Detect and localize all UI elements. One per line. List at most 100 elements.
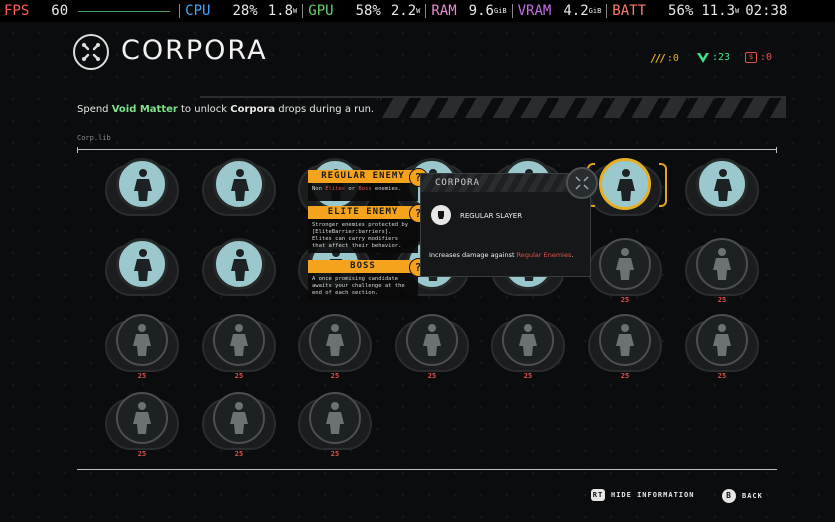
clock: 02:38 [745, 3, 788, 19]
batt-power: 11.3 [701, 3, 736, 19]
corpora-tile-8[interactable] [105, 238, 179, 302]
detail-header: CORPORA [421, 174, 590, 192]
vram-value: 4.2 [563, 3, 589, 19]
detail-description: Increases damage against Regular Enemies… [429, 251, 573, 259]
b-button-icon: B [722, 489, 736, 503]
tile-cost: 25 [234, 372, 244, 380]
corpora-tile-18[interactable]: 25 [395, 314, 469, 380]
batt-percent: 56% [668, 3, 694, 19]
detail-desc-post: . [571, 251, 574, 259]
enemy-legend: REGULAR ENEMY ? Non Elites or Boss enemi… [308, 168, 428, 300]
boss-title: BOSS [350, 261, 376, 271]
syringe-icon [213, 238, 265, 290]
intro-part3: drops during a run. [275, 104, 375, 115]
cpu-power: 1.8 [267, 3, 294, 19]
corpora-tile-24[interactable]: 25 [298, 392, 372, 458]
tile-cost: 25 [717, 296, 727, 304]
regular-enemy-body: Non Elites or Boss enemies. [308, 183, 418, 201]
corpora-tile-22[interactable]: 25 [105, 392, 179, 458]
tile-cost: 25 [137, 372, 147, 380]
mask-icon [599, 158, 651, 210]
back-button[interactable]: B BACK [722, 489, 763, 503]
elite-enemy-title: ELITE ENEMY [327, 207, 399, 217]
rt-button-icon: RT [591, 489, 605, 501]
vram-label: VRAM [517, 3, 552, 19]
detail-name: REGULAR SLAYER [460, 212, 523, 220]
regular-enemy-header: REGULAR ENEMY ? [308, 168, 428, 187]
corpora-tile-20[interactable]: 25 [588, 314, 662, 380]
cpu-usage: 28% [232, 3, 258, 19]
currency-resource: $ :0 [745, 52, 772, 63]
regular-body-pre: Non [312, 186, 326, 192]
corpora-tile-2[interactable] [202, 158, 276, 222]
figure-icon [213, 158, 265, 210]
figure-icon [696, 158, 748, 210]
corpora-tile-17[interactable]: 25 [298, 314, 372, 380]
graph-icon [309, 392, 361, 444]
battery-icon [116, 238, 168, 290]
tile-cost: 25 [234, 450, 244, 458]
corpora-logo-icon [73, 34, 109, 70]
corpora-tile-21[interactable]: 25 [685, 314, 759, 380]
tile-cost: 25 [330, 372, 340, 380]
batt-label: BATT [612, 3, 647, 19]
tile-cost: 25 [137, 450, 147, 458]
tile-cost: 25 [620, 372, 630, 380]
intro-void-matter: Void Matter [111, 104, 178, 115]
regular-enemy-title: REGULAR ENEMY [321, 171, 405, 181]
figure-icon [116, 158, 168, 210]
currency-value: :0 [760, 52, 773, 63]
cpu-label: CPU [185, 3, 211, 19]
detail-desc-pre: Increases damage against [429, 251, 517, 259]
regular-body-boss: Boss [358, 186, 372, 192]
hide-information-button[interactable]: RT HIDE INFORMATION [591, 489, 694, 501]
robot-icon [213, 392, 265, 444]
corpora-tile-23[interactable]: 25 [202, 392, 276, 458]
detail-crosshair-icon [566, 167, 598, 199]
corpora-tile-13[interactable]: 25 [588, 238, 662, 304]
corpora-tile-15[interactable]: 25 [105, 314, 179, 380]
claw-resource-value: :0 [666, 53, 679, 64]
void-matter-resource: :23 [697, 52, 730, 63]
ram-unit: GiB [493, 7, 507, 15]
intro-part2: to unlock [177, 104, 231, 115]
corpora-tile-6[interactable] [588, 158, 662, 222]
corpora-tile-7[interactable] [685, 158, 759, 222]
void-matter-value: :23 [712, 52, 731, 63]
page-title: CORPORA [121, 35, 268, 66]
shield-icon [696, 238, 748, 290]
corpora-tile-9[interactable] [202, 238, 276, 302]
corpora-tile-14[interactable]: 25 [685, 238, 759, 304]
detail-desc-highlight: Regular Enemies [516, 251, 572, 259]
corpora-tile-16[interactable]: 25 [202, 314, 276, 380]
currency-icon: $ [745, 52, 757, 63]
regular-body-or: or [345, 186, 359, 192]
back-label: BACK [742, 492, 763, 500]
boss-header: BOSS ? [308, 258, 428, 277]
gpu-power-unit: W [416, 7, 421, 15]
mech-icon [502, 314, 554, 366]
performance-overlay: FPS 60 CPU 28% 1.8 W GPU 58% 2.2 W RAM 9.6… [0, 0, 835, 22]
hex-grid-icon [599, 238, 651, 290]
elite-enemy-header: ELITE ENEMY ? [308, 204, 428, 223]
batt-power-unit: W [735, 7, 740, 15]
vram-unit: GiB [588, 7, 602, 15]
tile-cost: 25 [620, 296, 630, 304]
corpora-tile-1[interactable] [105, 158, 179, 222]
fps-label: FPS [4, 3, 30, 19]
intro-text: Spend Void Matter to unlock Corpora drop… [77, 104, 374, 115]
tile-cost: 25 [427, 372, 437, 380]
corpora-tile-19[interactable]: 25 [491, 314, 565, 380]
drone-icon [406, 314, 458, 366]
ram-value: 9.6 [468, 3, 494, 19]
tile-cost: 25 [330, 450, 340, 458]
gpu-usage: 58% [355, 3, 381, 19]
hide-information-label: HIDE INFORMATION [611, 491, 695, 499]
ram-label: RAM [431, 3, 457, 19]
battery-icon [116, 392, 168, 444]
gpu-power: 2.2 [390, 3, 417, 19]
selection-bracket-right [659, 163, 667, 207]
blade-icon [696, 314, 748, 366]
radar-icon [213, 314, 265, 366]
intro-corpora: Corpora [230, 104, 276, 115]
